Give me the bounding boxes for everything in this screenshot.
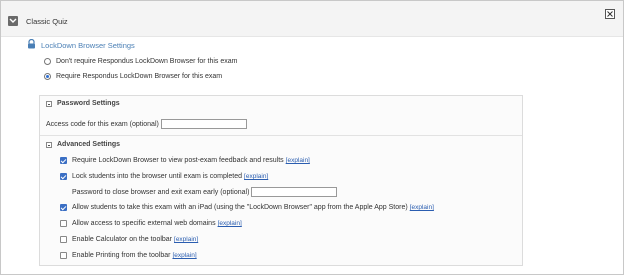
option-ipad[interactable]: Allow students to take this exam with an…: [60, 204, 434, 211]
password-settings-title: Password Settings: [57, 100, 120, 107]
radio-button[interactable]: [44, 58, 51, 65]
lock-icon: [27, 38, 36, 51]
option-label: Allow access to specific external web do…: [72, 220, 216, 227]
option-calculator[interactable]: Enable Calculator on the toolbar [explai…: [60, 236, 198, 243]
lockdown-settings-title: LockDown Browser Settings: [41, 41, 135, 50]
advanced-settings-title: Advanced Settings: [57, 141, 121, 148]
close-icon[interactable]: [605, 9, 615, 19]
explain-link[interactable]: [explain]: [410, 204, 434, 211]
password-settings-header[interactable]: Password Settings: [46, 100, 120, 107]
option-label: Allow students to take this exam with an…: [72, 204, 408, 211]
checkbox[interactable]: [60, 157, 67, 164]
option-lock-students[interactable]: Lock students into the browser until exa…: [60, 173, 268, 180]
header-bar: Classic Quiz: [1, 1, 623, 37]
close-password-label: Password to close browser and exit exam …: [72, 188, 250, 196]
option-post-exam-feedback[interactable]: Require LockDown Browser to view post-ex…: [60, 157, 310, 164]
explain-link[interactable]: [explain]: [172, 252, 196, 259]
radio-require[interactable]: Require Respondus LockDown Browser for t…: [44, 73, 222, 80]
quiz-settings-frame: Classic Quiz LockDown Browser Settings D…: [0, 0, 624, 275]
explain-link[interactable]: [explain]: [218, 220, 242, 227]
explain-link[interactable]: [explain]: [286, 157, 310, 164]
access-code-row: Access code for this exam (optional): [46, 119, 247, 129]
radio-button[interactable]: [44, 73, 51, 80]
collapse-minus-icon[interactable]: [46, 100, 52, 107]
checkbox[interactable]: [60, 252, 67, 259]
checkbox[interactable]: [60, 236, 67, 243]
option-label: Enable Calculator on the toolbar: [72, 236, 173, 243]
settings-panel: Password Settings Access code for this e…: [39, 95, 523, 266]
radio-dont-require[interactable]: Don't require Respondus LockDown Browser…: [44, 58, 237, 65]
explain-link[interactable]: [explain]: [174, 236, 198, 243]
radio-label: Don't require Respondus LockDown Browser…: [56, 58, 238, 65]
collapse-chevron-icon[interactable]: [8, 16, 18, 26]
checkbox[interactable]: [60, 220, 67, 227]
access-code-label: Access code for this exam (optional): [46, 120, 159, 128]
option-printing[interactable]: Enable Printing from the toolbar [explai…: [60, 252, 197, 259]
radio-label: Require Respondus LockDown Browser for t…: [56, 73, 223, 80]
option-external-domains[interactable]: Allow access to specific external web do…: [60, 220, 242, 227]
access-code-input[interactable]: [160, 119, 247, 129]
divider: [40, 135, 522, 136]
close-password-row: Password to close browser and exit exam …: [72, 187, 338, 197]
quiz-title: Classic Quiz: [26, 17, 68, 26]
option-label: Lock students into the browser until exa…: [72, 173, 243, 180]
option-label: Require LockDown Browser to view post-ex…: [72, 157, 284, 164]
collapse-minus-icon[interactable]: [46, 141, 52, 148]
advanced-settings-header[interactable]: Advanced Settings: [46, 141, 120, 148]
close-password-input[interactable]: [251, 187, 338, 197]
option-label: Enable Printing from the toolbar: [72, 252, 171, 259]
checkbox[interactable]: [60, 173, 67, 180]
checkbox[interactable]: [60, 204, 67, 211]
explain-link[interactable]: [explain]: [244, 173, 268, 180]
